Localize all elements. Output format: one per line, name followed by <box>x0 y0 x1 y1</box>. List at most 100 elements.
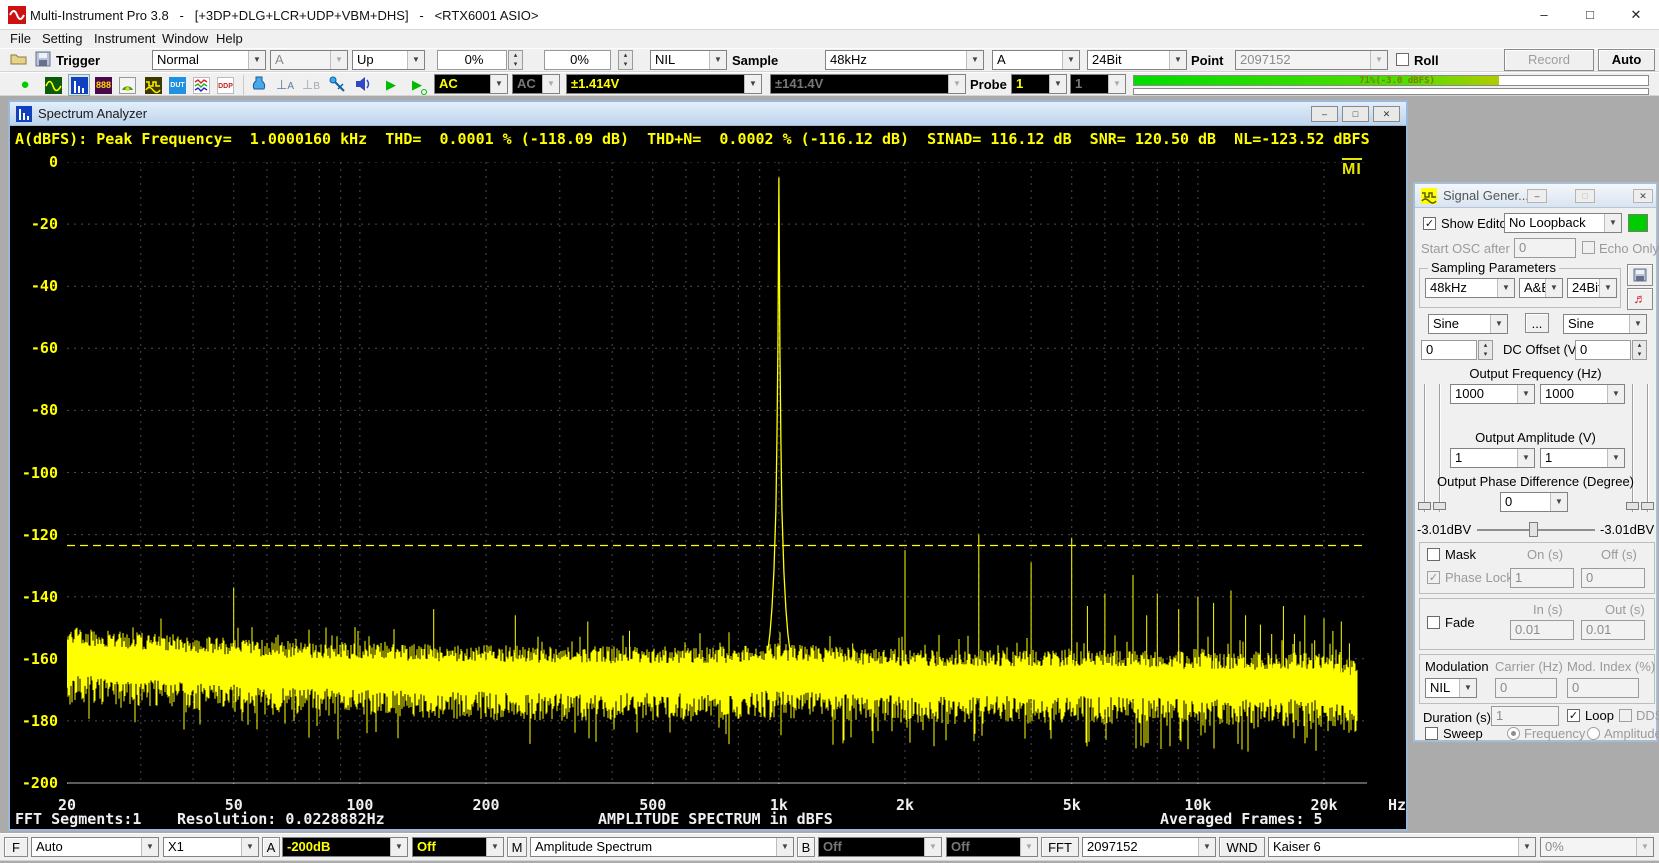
siggen-close-button[interactable]: ✕ <box>1633 189 1653 203</box>
mod-index-field[interactable]: 0 <box>1567 678 1639 698</box>
output-amp-a-combo[interactable]: 1▼ <box>1450 448 1535 468</box>
hpf-combo[interactable]: NIL▼ <box>650 50 727 70</box>
x-magnify-combo[interactable]: X1▼ <box>163 837 259 857</box>
range-b-combo[interactable]: ±141.4V▼ <box>770 74 966 94</box>
trigger-delay-spinner[interactable]: ▴ ▾ <box>618 50 633 70</box>
ground-a-button[interactable]: ⊥A <box>274 74 296 96</box>
app-maximize-button[interactable]: □ <box>1567 0 1613 30</box>
flask-icon-button[interactable] <box>248 74 270 96</box>
coupling-b-combo[interactable]: AC▼ <box>512 74 560 94</box>
dc-offset-a-field[interactable]: 0 <box>1421 340 1477 360</box>
menu-file[interactable]: File <box>6 31 35 47</box>
level-slider-thumb-a2[interactable] <box>1433 502 1446 510</box>
multimeter-button[interactable]: 888 <box>92 74 114 96</box>
fade-out-field[interactable]: 0.01 <box>1581 620 1645 640</box>
sample-rate-combo[interactable]: 48kHz▼ <box>825 50 984 70</box>
play-loop-button[interactable]: ▶ <box>406 74 428 96</box>
open-file-button[interactable] <box>8 50 30 72</box>
level-slider-track-a1[interactable] <box>1424 384 1426 512</box>
fade-checkbox[interactable] <box>1427 616 1440 629</box>
mask-off-field[interactable]: 0 <box>1581 568 1645 588</box>
mode-combo[interactable]: Amplitude Spectrum▼ <box>530 837 794 857</box>
spectrum-plot[interactable] <box>67 162 1367 784</box>
siggen-channel-combo[interactable]: A&B▼ <box>1519 278 1563 298</box>
device-test-plan-button[interactable]: DUT <box>166 74 188 96</box>
trigger-edge-combo[interactable]: Up▼ <box>352 50 425 70</box>
siggen-notes-button[interactable]: ♬ <box>1627 288 1653 310</box>
fade-in-field[interactable]: 0.01 <box>1510 620 1574 640</box>
sound-device-button[interactable] <box>352 74 374 96</box>
menu-help[interactable]: Help <box>212 31 247 47</box>
balance-slider-thumb[interactable] <box>1529 522 1538 537</box>
dc-offset-b-spinner[interactable]: ▴ ▾ <box>1632 340 1647 360</box>
trigger-mode-combo[interactable]: Normal▼ <box>152 50 266 70</box>
spectrum-3d-plot-button[interactable] <box>116 74 138 96</box>
a-shift-combo[interactable]: Off▼ <box>412 837 504 857</box>
fft-size-combo[interactable]: 2097152▼ <box>1082 837 1216 857</box>
carrier-field[interactable]: 0 <box>1495 678 1557 698</box>
trigger-level-spinner[interactable]: ▴ ▾ <box>508 50 523 70</box>
sweep-checkbox[interactable] <box>1425 727 1438 740</box>
level-slider-thumb-b1[interactable] <box>1626 502 1639 510</box>
dc-offset-b-field[interactable]: 0 <box>1575 340 1631 360</box>
siggen-minimize-button[interactable]: – <box>1527 189 1547 203</box>
duration-field[interactable]: 1 <box>1491 706 1559 726</box>
probe-b-combo[interactable]: 1▼ <box>1070 74 1126 94</box>
coupling-a-combo[interactable]: AC▼ <box>434 74 508 94</box>
freq-axis-combo[interactable]: Auto▼ <box>31 837 159 857</box>
loopback-combo[interactable]: No Loopback▼ <box>1504 213 1622 233</box>
spectrum-minimize-button[interactable]: – <box>1311 106 1338 122</box>
wave-editor-button[interactable]: ... <box>1525 313 1549 333</box>
siggen-run-button[interactable] <box>1628 214 1648 232</box>
mask-checkbox[interactable] <box>1427 548 1440 561</box>
play-button[interactable]: ▶ <box>380 74 402 96</box>
bit-depth-combo[interactable]: 24Bit▼ <box>1087 50 1187 70</box>
phase-combo[interactable]: 0▼ <box>1500 492 1568 512</box>
app-minimize-button[interactable]: – <box>1521 0 1567 30</box>
app-close-button[interactable]: ✕ <box>1613 0 1659 30</box>
waveform-a-combo[interactable]: Sine▼ <box>1428 314 1508 334</box>
output-amp-b-combo[interactable]: 1▼ <box>1540 448 1625 468</box>
run-stop-button[interactable]: ● <box>14 74 36 96</box>
level-slider-track-b1[interactable] <box>1632 384 1634 512</box>
range-a-combo[interactable]: ±1.414V▼ <box>566 74 762 94</box>
spectrum-analyzer-button[interactable] <box>68 74 90 96</box>
a-range-combo[interactable]: -200dB▼ <box>282 837 408 857</box>
start-osc-field[interactable]: 0 <box>1514 238 1576 258</box>
menu-instrument[interactable]: Instrument <box>90 31 159 47</box>
multi-trace-button[interactable] <box>190 74 212 96</box>
mask-on-field[interactable]: 1 <box>1510 568 1574 588</box>
output-freq-a-combo[interactable]: 1000▼ <box>1450 384 1535 404</box>
auto-button[interactable]: Auto <box>1598 49 1655 71</box>
oscilloscope-button[interactable] <box>42 74 64 96</box>
dc-offset-a-spinner[interactable]: ▴ ▾ <box>1478 340 1493 360</box>
overlap-combo[interactable]: 0%▼ <box>1540 837 1654 857</box>
save-button[interactable] <box>32 50 54 72</box>
level-slider-track-b2[interactable] <box>1647 384 1649 512</box>
b-range-combo[interactable]: Off▼ <box>818 837 942 857</box>
channel-combo[interactable]: A▼ <box>992 50 1080 70</box>
sweep-frequency-radio[interactable] <box>1507 727 1520 740</box>
show-editor-checkbox[interactable]: ✓ <box>1423 217 1436 230</box>
level-slider-thumb-a1[interactable] <box>1418 502 1431 510</box>
siggen-bits-combo[interactable]: 24Bit▼ <box>1567 278 1617 298</box>
menu-window[interactable]: Window <box>158 31 212 47</box>
trigger-level-field[interactable]: 0% <box>437 50 507 70</box>
sweep-amplitude-radio[interactable] <box>1587 727 1600 740</box>
waveform-b-combo[interactable]: Sine▼ <box>1563 314 1647 334</box>
signal-generator-button[interactable] <box>142 74 164 96</box>
siggen-titlebar[interactable]: Signal Gener... – □ ✕ <box>1415 184 1656 208</box>
probe-calibration-button[interactable] <box>326 74 348 96</box>
menu-setting[interactable]: Setting <box>38 31 86 47</box>
ground-b-button[interactable]: ⊥B <box>300 74 322 96</box>
record-button[interactable]: Record <box>1504 49 1594 71</box>
b-shift-combo[interactable]: Off▼ <box>946 837 1038 857</box>
spectrum-window-titlebar[interactable]: Spectrum Analyzer – □ ✕ <box>10 102 1406 126</box>
points-combo[interactable]: 2097152▼ <box>1235 50 1388 70</box>
output-freq-b-combo[interactable]: 1000▼ <box>1540 384 1625 404</box>
ddp-viewer-button[interactable]: DDP <box>214 74 236 96</box>
modulation-combo[interactable]: NIL▼ <box>1425 678 1477 698</box>
roll-checkbox[interactable] <box>1396 53 1409 66</box>
siggen-save-button[interactable] <box>1627 264 1653 286</box>
dds-checkbox[interactable] <box>1619 709 1632 722</box>
